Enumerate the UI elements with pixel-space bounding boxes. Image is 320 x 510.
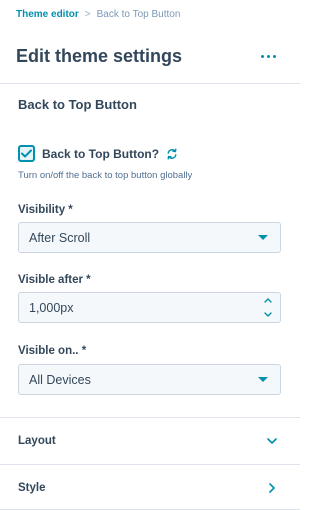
accordion-layout-label: Layout <box>18 435 56 447</box>
chevron-down-icon <box>266 435 278 447</box>
breadcrumb-separator: > <box>84 9 91 20</box>
breadcrumb: Theme editor > Back to Top Button <box>16 9 180 20</box>
visibility-label: Visibility * <box>18 204 73 216</box>
caret-down-icon <box>258 235 268 240</box>
chevron-up-icon <box>264 298 272 303</box>
accordion-style[interactable]: Style <box>0 465 300 510</box>
more-horizontal-icon <box>260 54 264 58</box>
section-title: Back to Top Button <box>18 97 137 112</box>
number-stepper <box>256 293 280 322</box>
checkbox-label: Back to Top Button? <box>42 146 160 161</box>
header-divider <box>0 83 300 84</box>
sync-icon[interactable] <box>166 148 178 160</box>
visible-after-input[interactable]: 1,000px <box>18 292 281 323</box>
visible-on-select-value: All Devices <box>29 372 91 387</box>
visibility-select-value: After Scroll <box>29 230 91 245</box>
caret-down-icon <box>258 377 268 382</box>
chevron-right-icon <box>266 482 278 494</box>
checkmark-icon <box>21 149 32 158</box>
more-options-button[interactable] <box>258 48 278 64</box>
visibility-select[interactable]: After Scroll <box>18 222 281 253</box>
visible-on-label: Visible on.. * <box>18 345 87 357</box>
back-to-top-checkbox-row[interactable]: Back to Top Button? <box>18 145 178 162</box>
page-title: Edit theme settings <box>16 46 183 66</box>
visible-on-select[interactable]: All Devices <box>18 364 281 395</box>
stepper-down-button[interactable] <box>256 308 280 323</box>
back-to-top-checkbox[interactable] <box>18 145 35 162</box>
visible-after-value: 1,000px <box>29 301 74 315</box>
visible-after-label: Visible after * <box>18 274 91 286</box>
checkbox-help-text: Turn on/off the back to top button globa… <box>18 170 193 181</box>
stepper-up-button[interactable] <box>256 293 280 308</box>
accordion-style-label: Style <box>18 482 46 494</box>
breadcrumb-theme-editor-link[interactable]: Theme editor <box>16 9 79 20</box>
breadcrumb-current: Back to Top Button <box>96 9 181 20</box>
chevron-down-small-icon <box>264 312 272 317</box>
accordion-layout[interactable]: Layout <box>0 418 300 464</box>
